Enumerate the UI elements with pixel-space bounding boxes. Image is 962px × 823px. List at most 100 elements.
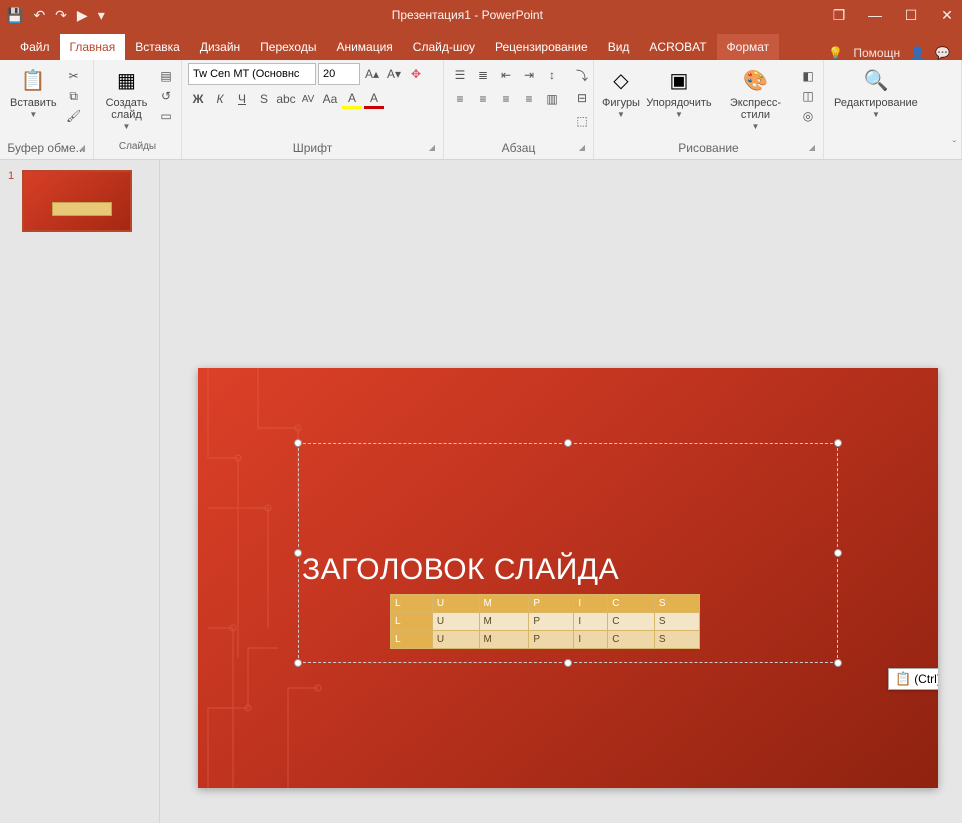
titlebar: 💾 ↶ ↷ ▶ ▾ Презентация1 - PowerPoint ❐ — … <box>0 0 962 30</box>
bold-icon[interactable]: Ж <box>188 89 208 109</box>
shadow-icon[interactable]: S <box>254 89 274 109</box>
clear-format-icon[interactable]: ✥ <box>406 64 426 84</box>
shape-fill-icon[interactable]: ◧ <box>799 67 817 85</box>
minimize-icon[interactable]: — <box>866 7 884 24</box>
shapes-button[interactable]: ◇ Фигуры ▼ <box>600 63 642 121</box>
resize-handle[interactable] <box>294 659 302 667</box>
launcher-icon[interactable]: ◢ <box>579 143 585 152</box>
reset-icon[interactable]: ↺ <box>157 87 175 105</box>
slide-thumbnail[interactable]: 1 <box>22 170 151 232</box>
tab-format-context[interactable]: Формат <box>717 34 780 60</box>
shape-outline-icon[interactable]: ◫ <box>799 87 817 105</box>
shrink-font-icon[interactable]: A▾ <box>384 64 404 84</box>
font-name-input[interactable] <box>188 63 316 85</box>
paste-options-button[interactable]: 📋 (Ctrl) ▾ <box>888 668 938 690</box>
align-text-icon[interactable]: ⊟ <box>572 88 592 108</box>
cut-icon[interactable]: ✂ <box>65 67 83 85</box>
tab-transitions[interactable]: Переходы <box>250 34 326 60</box>
format-painter-icon[interactable]: 🖌 <box>65 107 83 125</box>
new-slide-label: Создать слайд <box>104 97 149 121</box>
redo-icon[interactable]: ↷ <box>55 7 67 24</box>
copy-icon[interactable]: ⧉ <box>65 87 83 105</box>
resize-handle[interactable] <box>834 549 842 557</box>
qat-more-icon[interactable]: ▾ <box>98 7 105 24</box>
save-icon[interactable]: 💾 <box>6 7 23 24</box>
table-row: LUMPICS <box>391 631 700 649</box>
start-slideshow-icon[interactable]: ▶ <box>77 7 88 24</box>
chevron-down-icon: ▼ <box>751 122 759 131</box>
tab-animation[interactable]: Анимация <box>326 34 402 60</box>
tell-me-label[interactable]: Помощн <box>853 46 900 60</box>
tab-home[interactable]: Главная <box>60 34 126 60</box>
group-font: A▴ A▾ ✥ Ж К Ч S abc AV Aa A A Шрифт◢ <box>182 60 444 159</box>
numbering-icon[interactable]: ≣ <box>473 65 493 85</box>
quick-styles-icon: 🎨 <box>740 65 770 95</box>
text-direction-icon[interactable]: ⤵ <box>572 65 592 85</box>
dec-indent-icon[interactable]: ⇤ <box>496 65 516 85</box>
tab-design[interactable]: Дизайн <box>190 34 250 60</box>
underline-icon[interactable]: Ч <box>232 89 252 109</box>
close-icon[interactable]: ✕ <box>938 7 956 24</box>
chevron-down-icon: ▼ <box>123 122 131 131</box>
chevron-down-icon: ▼ <box>675 110 683 119</box>
share-icon[interactable]: 💬 <box>935 46 950 60</box>
align-center-icon[interactable]: ≡ <box>473 89 493 109</box>
font-color-icon[interactable]: A <box>364 89 384 109</box>
columns-icon[interactable]: ▥ <box>542 89 562 109</box>
line-spacing-icon[interactable]: ↕ <box>542 65 562 85</box>
shape-effects-icon[interactable]: ◎ <box>799 107 817 125</box>
maximize-icon[interactable]: ☐ <box>902 7 920 24</box>
justify-icon[interactable]: ≡ <box>519 89 539 109</box>
pasted-table[interactable]: LUMPICS LUMPICS LUMPICS <box>390 594 700 649</box>
collapse-ribbon-icon[interactable]: ˇ <box>953 140 956 151</box>
font-size-input[interactable] <box>318 63 360 85</box>
account-icon[interactable]: 👤 <box>910 46 925 60</box>
ribbon-display-icon[interactable]: ❐ <box>830 7 848 24</box>
resize-handle[interactable] <box>834 659 842 667</box>
new-slide-button[interactable]: ▦ Создать слайд ▼ <box>100 63 153 133</box>
tab-insert[interactable]: Вставка <box>125 34 190 60</box>
tab-slideshow[interactable]: Слайд-шоу <box>403 34 485 60</box>
tab-review[interactable]: Рецензирование <box>485 34 598 60</box>
spacing-icon[interactable]: AV <box>298 89 318 109</box>
tab-view[interactable]: Вид <box>598 34 640 60</box>
slide-canvas[interactable]: ЗАГОЛОВОК СЛАЙДА LUMPICS LUMPICS <box>160 160 962 823</box>
shapes-label: Фигуры <box>602 97 640 109</box>
resize-handle[interactable] <box>294 439 302 447</box>
resize-handle[interactable] <box>834 439 842 447</box>
resize-handle[interactable] <box>564 659 572 667</box>
launcher-icon[interactable]: ◢ <box>809 143 815 152</box>
align-left-icon[interactable]: ≡ <box>450 89 470 109</box>
smartart-icon[interactable]: ⬚ <box>572 111 592 131</box>
quick-styles-button[interactable]: 🎨 Экспресс-стили ▼ <box>716 63 795 133</box>
align-right-icon[interactable]: ≡ <box>496 89 516 109</box>
strike-icon[interactable]: abc <box>276 89 296 109</box>
chevron-down-icon: ▼ <box>617 110 625 119</box>
thumbnail-panel[interactable]: 1 <box>0 160 160 823</box>
section-icon[interactable]: ▭ <box>157 107 175 125</box>
launcher-icon[interactable]: ◢ <box>429 143 435 152</box>
group-clipboard: 📋 Вставить ▼ ✂ ⧉ 🖌 Буфер обме...◢ <box>0 60 94 159</box>
slide[interactable]: ЗАГОЛОВОК СЛАЙДА LUMPICS LUMPICS <box>198 368 938 788</box>
layout-icon[interactable]: ▤ <box>157 67 175 85</box>
arrange-button[interactable]: ▣ Упорядочить ▼ <box>646 63 712 121</box>
tell-me-icon[interactable]: 💡 <box>828 46 843 60</box>
paste-button[interactable]: 📋 Вставить ▼ <box>6 63 61 121</box>
highlight-icon[interactable]: A <box>342 89 362 109</box>
launcher-icon[interactable]: ◢ <box>79 143 85 152</box>
window-title: Презентация1 - PowerPoint <box>105 8 830 22</box>
editing-button[interactable]: 🔍 Редактирование ▼ <box>830 63 922 121</box>
group-font-label: Шрифт◢ <box>188 141 437 159</box>
arrange-icon: ▣ <box>664 65 694 95</box>
grow-font-icon[interactable]: A▴ <box>362 64 382 84</box>
tab-file[interactable]: Файл <box>10 34 60 60</box>
undo-icon[interactable]: ↶ <box>33 7 45 24</box>
resize-handle[interactable] <box>564 439 572 447</box>
quick-styles-label: Экспресс-стили <box>720 97 791 121</box>
resize-handle[interactable] <box>294 549 302 557</box>
italic-icon[interactable]: К <box>210 89 230 109</box>
tab-acrobat[interactable]: ACROBAT <box>639 34 716 60</box>
case-icon[interactable]: Aa <box>320 89 340 109</box>
inc-indent-icon[interactable]: ⇥ <box>519 65 539 85</box>
bullets-icon[interactable]: ☰ <box>450 65 470 85</box>
